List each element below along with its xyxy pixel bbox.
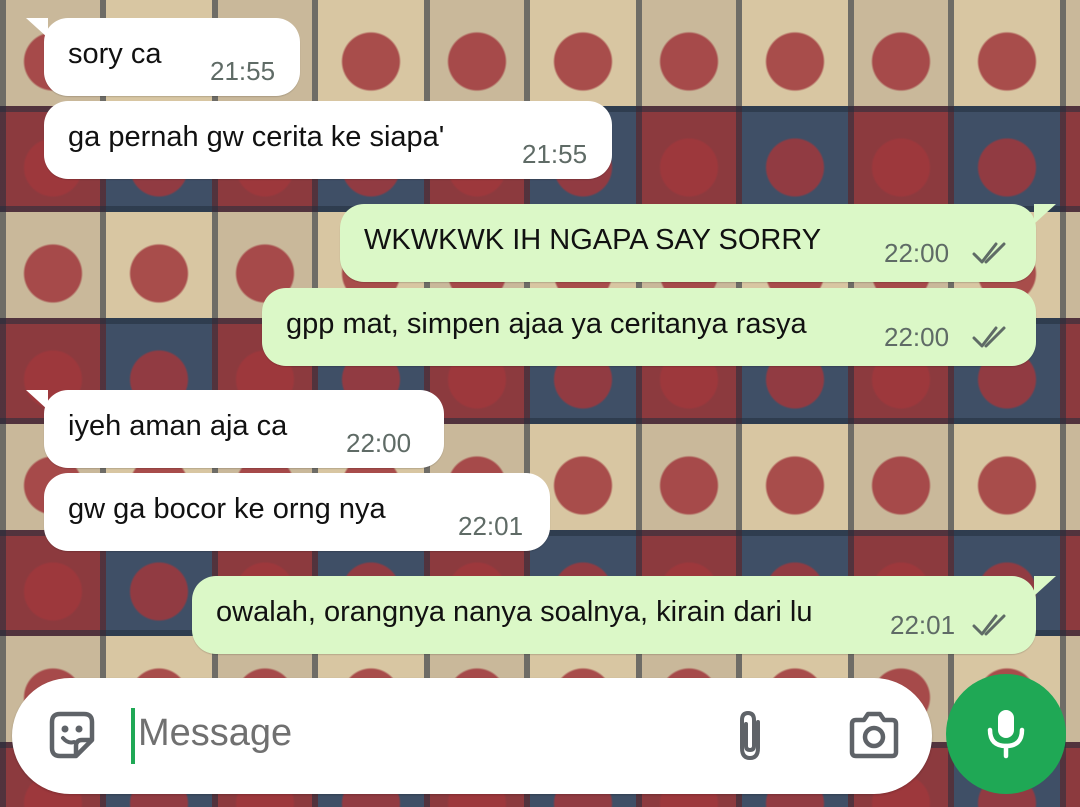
- message-bubble-incoming[interactable]: iyeh aman aja ca 22:00: [44, 390, 444, 468]
- message-time: 22:01: [458, 511, 524, 541]
- message-text: iyeh aman aja ca: [68, 410, 288, 442]
- camera-icon[interactable]: [846, 710, 902, 760]
- bubble-tail: [26, 390, 48, 410]
- message-time: 21:55: [522, 139, 588, 169]
- message-bubble-incoming[interactable]: gw ga bocor ke orng nya 22:01: [44, 473, 550, 551]
- message-time: 21:55: [210, 56, 276, 86]
- message-bubble-incoming[interactable]: sory ca 21:55: [44, 18, 300, 96]
- message-time: 22:01: [890, 610, 956, 640]
- sticker-icon[interactable]: [44, 708, 100, 764]
- message-time: 22:00: [884, 322, 950, 352]
- bubble-tail: [1034, 204, 1056, 224]
- message-bubble-incoming[interactable]: ga pernah gw cerita ke siapa' 21:55: [44, 101, 612, 179]
- message-text: gw ga bocor ke orng nya: [68, 493, 386, 525]
- message-bubble-outgoing[interactable]: owalah, orangnya nanya soalnya, kirain d…: [192, 576, 1036, 654]
- message-text: ga pernah gw cerita ke siapa': [68, 121, 445, 153]
- message-text: sory ca: [68, 38, 162, 70]
- double-check-icon: [972, 242, 1006, 264]
- double-check-icon: [972, 614, 1006, 636]
- attach-icon[interactable]: [728, 708, 772, 764]
- message-bubble-outgoing[interactable]: gpp mat, simpen ajaa ya ceritanya rasya …: [262, 288, 1036, 366]
- message-text: gpp mat, simpen ajaa ya ceritanya rasya: [286, 308, 807, 340]
- message-bubble-outgoing[interactable]: WKWKWK IH NGAPA SAY SORRY 22:00: [340, 204, 1036, 282]
- voice-record-button[interactable]: [946, 674, 1066, 794]
- bubble-tail: [1034, 576, 1056, 596]
- mic-icon: [987, 710, 1025, 759]
- double-check-icon: [972, 326, 1006, 348]
- message-text: WKWKWK IH NGAPA SAY SORRY: [364, 224, 822, 256]
- message-input[interactable]: Message: [138, 712, 292, 755]
- message-time: 22:00: [884, 238, 950, 268]
- text-cursor: [131, 708, 135, 764]
- message-text: owalah, orangnya nanya soalnya, kirain d…: [216, 596, 813, 628]
- message-time: 22:00: [346, 428, 412, 458]
- bubble-tail: [26, 18, 48, 38]
